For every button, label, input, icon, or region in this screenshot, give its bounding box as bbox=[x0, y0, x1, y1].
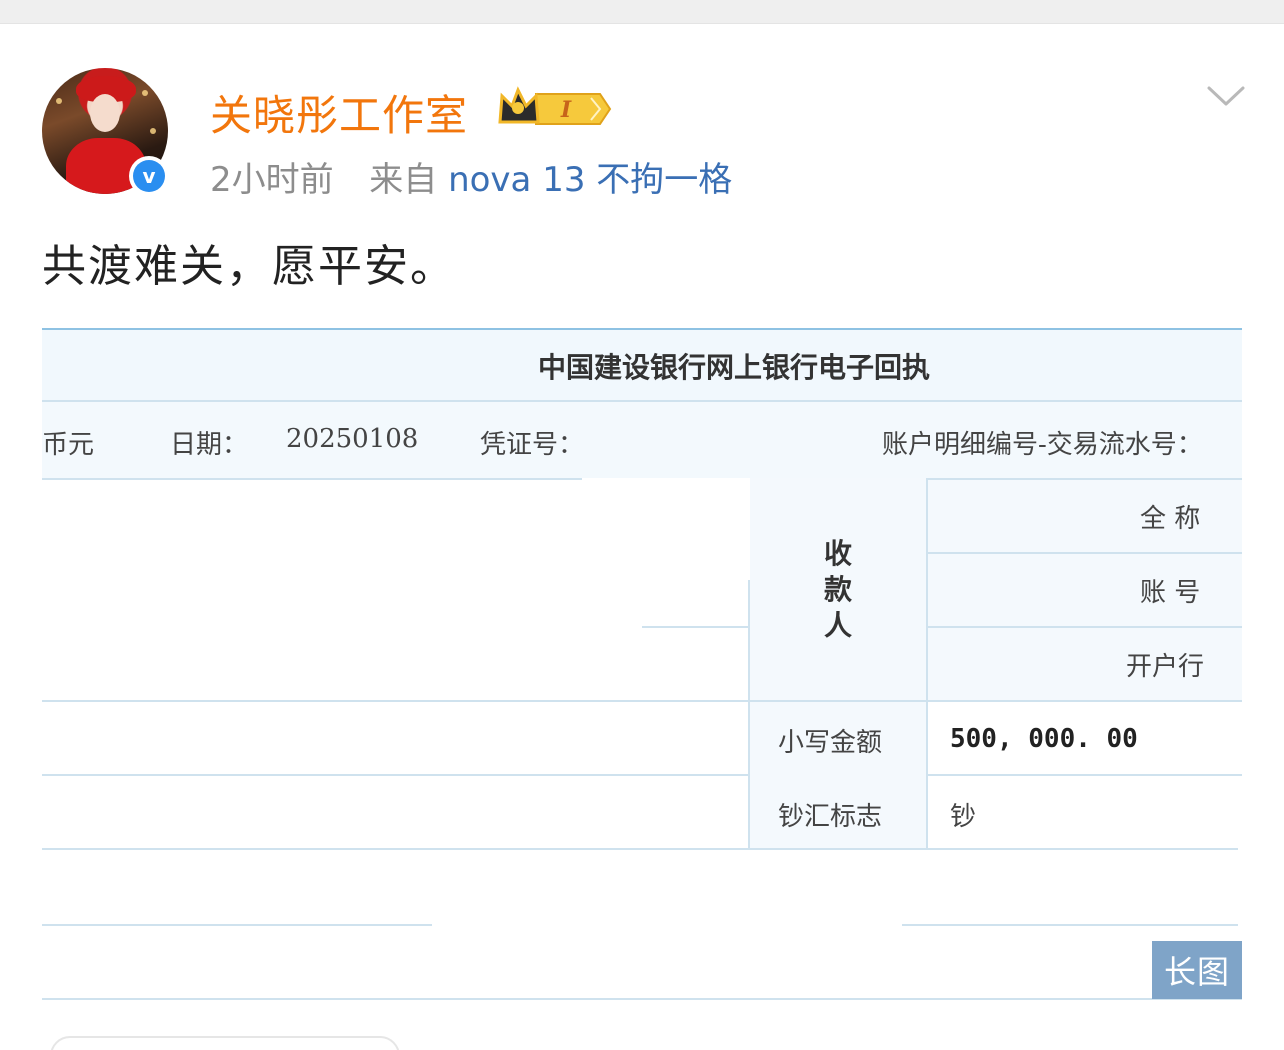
chevron-down-icon[interactable] bbox=[1206, 84, 1246, 108]
divider bbox=[926, 478, 928, 848]
amount-label: 小写金额 bbox=[778, 728, 883, 758]
cash-flag-value: 钞 bbox=[950, 802, 977, 832]
vip-crown-badge-icon[interactable]: I bbox=[496, 86, 612, 132]
receipt-date-label: 日期： bbox=[170, 430, 249, 460]
post-device-link[interactable]: nova 13 不拘一格 bbox=[448, 160, 732, 200]
post-source-label: 来自 bbox=[369, 160, 438, 200]
top-strip bbox=[0, 0, 1284, 24]
divider bbox=[926, 552, 1242, 554]
long-image-badge[interactable]: 长图 bbox=[1152, 941, 1242, 999]
post-time: 2小时前 bbox=[210, 160, 334, 200]
receipt-image[interactable]: 中国建设银行网上银行电子回执 币元 日期： 20250108 凭证号： 账户明细… bbox=[42, 328, 1242, 1000]
receipt-serial-label: 账户明细编号-交易流水号： bbox=[882, 430, 1203, 460]
avatar-bokeh bbox=[150, 128, 156, 134]
receipt-currency: 币元 bbox=[42, 430, 95, 460]
post-text: 共渡难关，愿平安。 bbox=[42, 241, 456, 292]
receipt-voucher-label: 凭证号： bbox=[480, 430, 585, 460]
full-name-label: 全 称 bbox=[1140, 504, 1201, 534]
divider bbox=[42, 924, 432, 926]
payee-label: 收 款 人 bbox=[823, 537, 852, 642]
verified-v-icon: v bbox=[133, 160, 165, 192]
avatar-bokeh bbox=[56, 98, 62, 104]
vip-level-text: I bbox=[560, 97, 572, 123]
amount-value: 500, 000. 00 bbox=[950, 724, 1138, 754]
label-column bbox=[750, 478, 926, 848]
divider bbox=[926, 626, 1242, 628]
cash-flag-label: 钞汇标志 bbox=[778, 802, 883, 832]
account-label: 账 号 bbox=[1140, 578, 1201, 608]
divider bbox=[748, 580, 750, 848]
divider bbox=[902, 924, 1238, 926]
receipt-date-value: 20250108 bbox=[286, 424, 419, 454]
bottom-pill[interactable] bbox=[50, 1036, 400, 1050]
divider bbox=[748, 700, 1242, 702]
post-meta: 2小时前 来自 nova 13 不拘一格 bbox=[210, 152, 732, 201]
divider bbox=[42, 478, 582, 480]
divider bbox=[42, 848, 1238, 850]
username[interactable]: 关晓彤工作室 bbox=[210, 82, 468, 143]
divider bbox=[642, 626, 750, 628]
bank-label: 开户行 bbox=[1126, 652, 1205, 682]
avatar-face bbox=[90, 94, 120, 132]
divider bbox=[926, 478, 1242, 480]
divider bbox=[42, 998, 1242, 1000]
divider bbox=[42, 774, 1242, 776]
avatar-bokeh bbox=[142, 90, 148, 96]
divider bbox=[42, 700, 750, 702]
verified-icon: v bbox=[129, 156, 169, 196]
receipt-title: 中国建设银行网上银行电子回执 bbox=[538, 351, 931, 384]
